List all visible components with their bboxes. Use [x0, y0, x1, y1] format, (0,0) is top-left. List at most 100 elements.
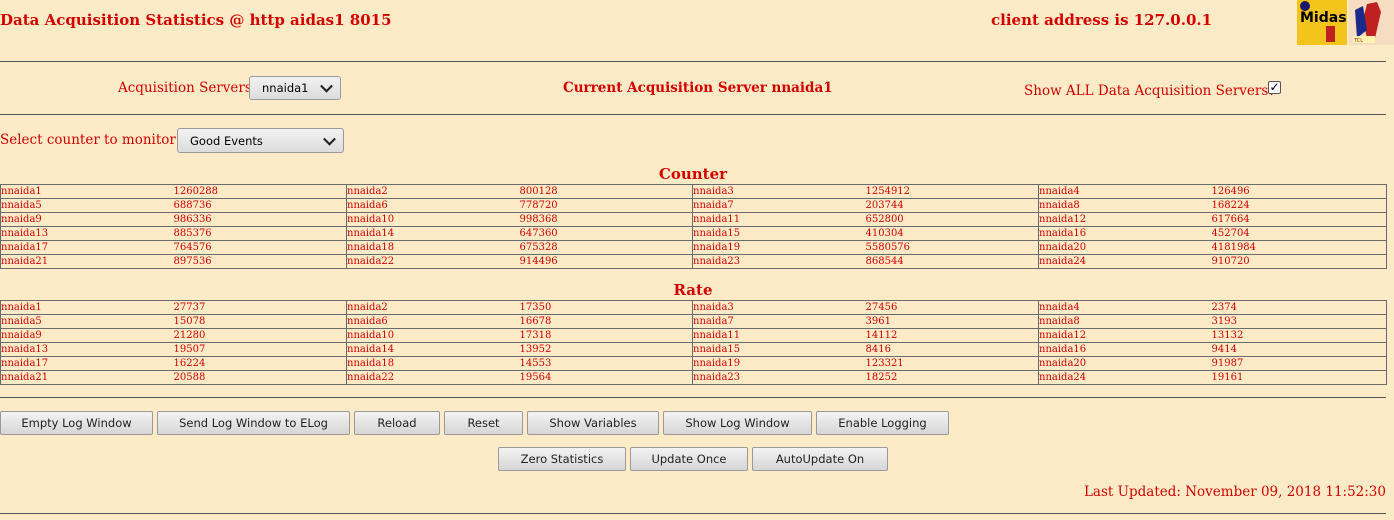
- server-name-cell: nnaida6: [346, 198, 520, 213]
- server-name-cell: nnaida23: [692, 254, 866, 269]
- value-cell: 16224: [173, 356, 347, 371]
- empty-log-window-button[interactable]: Empty Log Window: [0, 411, 153, 435]
- autoupdate-button[interactable]: AutoUpdate On: [752, 447, 888, 471]
- divider: [0, 114, 1386, 115]
- value-cell: 2374: [1211, 300, 1387, 315]
- server-name-cell: nnaida14: [346, 342, 520, 357]
- reload-button[interactable]: Reload: [354, 411, 440, 435]
- value-cell: 17350: [519, 300, 693, 315]
- value-cell: 885376: [173, 226, 347, 241]
- value-cell: 1254912: [865, 184, 1039, 199]
- table-row: nnaida5 15078 nnaida6 16678 nnaida7 3961 nnaid…: [0, 314, 1387, 329]
- server-name-cell: nnaida15: [692, 226, 866, 241]
- server-name-cell: nnaida19: [692, 240, 866, 255]
- acquisition-servers-label: Acquisition Servers: [118, 80, 252, 96]
- server-name-cell: nnaida11: [692, 212, 866, 227]
- acquisition-server-select[interactable]: nnaida1: [249, 76, 341, 100]
- rate-title: Rate: [673, 281, 713, 299]
- logo-sub-text: TCL: [1353, 38, 1363, 44]
- server-name-cell: nnaida17: [0, 356, 174, 371]
- show-all-servers-checkbox[interactable]: ✓: [1268, 81, 1281, 94]
- server-name-cell: nnaida18: [346, 240, 520, 255]
- chevron-down-icon: [320, 79, 333, 93]
- current-server-label: Current Acquisition Server nnaida1: [563, 80, 833, 96]
- server-name-cell: nnaida19: [692, 356, 866, 371]
- server-name-cell: nnaida24: [1038, 254, 1212, 269]
- table-row: nnaida9 986336 nnaida10 998368 nnaida11 65280…: [0, 212, 1387, 227]
- value-cell: 688736: [173, 198, 347, 213]
- server-name-cell: nnaida15: [692, 342, 866, 357]
- table-row: nnaida5 688736 nnaida6 778720 nnaida7 203744 n…: [0, 198, 1387, 213]
- table-row: nnaida21 897536 nnaida22 914496 nnaida23 8685…: [0, 254, 1387, 269]
- value-cell: 27737: [173, 300, 347, 315]
- show-variables-button[interactable]: Show Variables: [527, 411, 659, 435]
- value-cell: 897536: [173, 254, 347, 269]
- server-name-cell: nnaida17: [0, 240, 174, 255]
- page-title: Data Acquisition Statistics @ http aidas…: [0, 11, 392, 29]
- server-name-cell: nnaida7: [692, 198, 866, 213]
- value-cell: 998368: [519, 212, 693, 227]
- table-row: nnaida1 1260288 nnaida2 800128 nnaida3 125491…: [0, 184, 1387, 199]
- send-log-to-elog-button[interactable]: Send Log Window to ELog: [157, 411, 350, 435]
- table-row: nnaida13 885376 nnaida14 647360 nnaida15 4103…: [0, 226, 1387, 241]
- chevron-down-icon: [323, 132, 336, 146]
- server-name-cell: nnaida12: [1038, 328, 1212, 343]
- value-cell: 3193: [1211, 314, 1387, 329]
- update-once-button[interactable]: Update Once: [630, 447, 748, 471]
- value-cell: 4181984: [1211, 240, 1387, 255]
- server-name-cell: nnaida21: [0, 254, 174, 269]
- show-all-servers-label: Show ALL Data Acquisition Servers?: [1024, 83, 1276, 99]
- server-name-cell: nnaida8: [1038, 314, 1212, 329]
- value-cell: 21280: [173, 328, 347, 343]
- value-cell: 15078: [173, 314, 347, 329]
- zero-statistics-button[interactable]: Zero Statistics: [498, 447, 626, 471]
- client-address: client address is 127.0.0.1: [991, 11, 1213, 29]
- value-cell: 14112: [865, 328, 1039, 343]
- server-name-cell: nnaida8: [1038, 198, 1212, 213]
- value-cell: 19507: [173, 342, 347, 357]
- server-name-cell: nnaida18: [346, 356, 520, 371]
- server-name-cell: nnaida11: [692, 328, 866, 343]
- server-name-cell: nnaida4: [1038, 184, 1212, 199]
- counter-select[interactable]: Good Events: [177, 128, 344, 153]
- value-cell: 764576: [173, 240, 347, 255]
- server-name-cell: nnaida20: [1038, 240, 1212, 255]
- server-name-cell: nnaida3: [692, 184, 866, 199]
- value-cell: 14553: [519, 356, 693, 371]
- value-cell: 20588: [173, 370, 347, 385]
- value-cell: 914496: [519, 254, 693, 269]
- value-cell: 1260288: [173, 184, 347, 199]
- value-cell: 8416: [865, 342, 1039, 357]
- server-name-cell: nnaida5: [0, 314, 174, 329]
- server-name-cell: nnaida16: [1038, 226, 1212, 241]
- value-cell: 617664: [1211, 212, 1387, 227]
- server-name-cell: nnaida22: [346, 370, 520, 385]
- value-cell: 800128: [519, 184, 693, 199]
- divider: [0, 61, 1386, 62]
- enable-logging-button[interactable]: Enable Logging: [816, 411, 949, 435]
- show-log-window-button[interactable]: Show Log Window: [663, 411, 812, 435]
- server-name-cell: nnaida9: [0, 328, 174, 343]
- midas-logo: Midas TCL: [1297, 0, 1394, 45]
- server-name-cell: nnaida13: [0, 342, 174, 357]
- server-name-cell: nnaida2: [346, 300, 520, 315]
- divider: [0, 513, 1386, 514]
- server-name-cell: nnaida12: [1038, 212, 1212, 227]
- server-name-cell: nnaida21: [0, 370, 174, 385]
- value-cell: 18252: [865, 370, 1039, 385]
- server-name-cell: nnaida14: [346, 226, 520, 241]
- server-name-cell: nnaida2: [346, 184, 520, 199]
- value-cell: 675328: [519, 240, 693, 255]
- value-cell: 452704: [1211, 226, 1387, 241]
- value-cell: 126496: [1211, 184, 1387, 199]
- value-cell: 652800: [865, 212, 1039, 227]
- value-cell: 868544: [865, 254, 1039, 269]
- value-cell: 986336: [173, 212, 347, 227]
- value-cell: 9414: [1211, 342, 1387, 357]
- counter-select-value: Good Events: [190, 133, 263, 148]
- table-row: nnaida21 20588 nnaida22 19564 nnaida23 18252 n…: [0, 370, 1387, 385]
- value-cell: 16678: [519, 314, 693, 329]
- value-cell: 123321: [865, 356, 1039, 371]
- server-name-cell: nnaida13: [0, 226, 174, 241]
- reset-button[interactable]: Reset: [444, 411, 523, 435]
